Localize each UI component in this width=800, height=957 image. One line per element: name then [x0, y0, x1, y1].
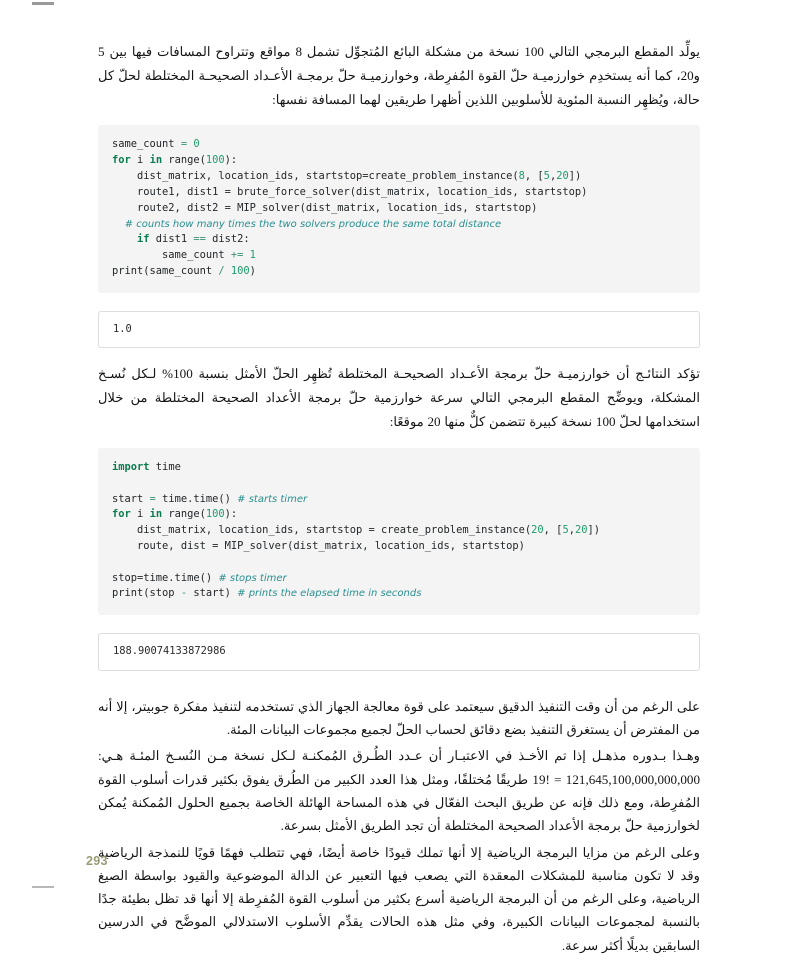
- code-line: [112, 555, 686, 571]
- code-token-plain: route2, dist2 = MIP_solver(dist_matrix, …: [112, 201, 538, 214]
- code-token-plain: , [: [543, 524, 563, 537]
- code-token-plain: ]): [568, 170, 582, 183]
- code-token-plain: time: [149, 460, 181, 473]
- code-token-plain: , [: [524, 170, 544, 183]
- code-token-plain: print(stop: [112, 587, 181, 600]
- code-token-num: 20: [531, 524, 544, 537]
- code-token-com: # prints the elapsed time in seconds: [237, 588, 422, 600]
- code-token-num: 100: [224, 264, 250, 277]
- code-line: [112, 476, 686, 492]
- code-line: for i in range(100):: [112, 153, 686, 169]
- page-number: 293: [86, 854, 108, 868]
- code-token-plain: range(: [162, 508, 206, 521]
- code-token-plain: ):: [224, 154, 238, 167]
- code-token-plain: ]): [587, 524, 600, 537]
- code-line: print(same_count / 100): [112, 264, 686, 280]
- code-line: for i in range(100):: [112, 507, 686, 523]
- code-token-kw: in: [149, 508, 163, 521]
- code-token-plain: stop=time.time(): [112, 571, 219, 584]
- code-token-num: 1: [243, 249, 256, 262]
- code-token-com: # starts timer: [237, 493, 308, 505]
- code-token-plain: print(same_count: [112, 264, 219, 277]
- code-line: route1, dist1 = brute_force_solver(dist_…: [112, 185, 686, 201]
- paragraph-middle: تؤكد النتائـج أن خوارزميـة حلّ برمجة الأ…: [98, 366, 700, 430]
- code-token-kw: if: [137, 233, 150, 246]
- code-token-plain: same_count: [112, 138, 181, 151]
- code-line: same_count += 1: [112, 248, 686, 264]
- code-token-plain: start): [187, 587, 238, 600]
- code-token-plain: start: [112, 492, 150, 505]
- code-token-com: # counts how many times the two solvers …: [112, 218, 502, 230]
- code-token-plain: dist1: [149, 233, 194, 246]
- bottom-registration-mark: [32, 886, 54, 888]
- paragraph-closing-3: وعلى الرغم من مزايا البرمجة الرياضية إلا…: [98, 844, 700, 953]
- code-line: print(stop - start) # prints the elapsed…: [112, 586, 686, 602]
- code-token-plain: i: [130, 154, 150, 167]
- code-token-plain: i: [130, 508, 150, 521]
- code-token-kw: import: [112, 460, 150, 473]
- code-token-plain: dist_matrix, location_ids, startstop = c…: [112, 524, 532, 537]
- code-token-plain: dist2:: [205, 233, 250, 246]
- code-line: # counts how many times the two solvers …: [112, 217, 686, 233]
- code-token-com: # stops timer: [218, 572, 287, 584]
- top-registration-mark: [32, 2, 54, 5]
- code-line: route2, dist2 = MIP_solver(dist_matrix, …: [112, 201, 686, 217]
- paragraph-intro: يولِّد المقطع البرمجي التالي 100 نسخة من…: [98, 44, 700, 107]
- code-line: if dist1 == dist2:: [112, 232, 686, 248]
- code-token-num: 0: [187, 138, 200, 151]
- code-token-kw: for: [112, 154, 131, 167]
- output-box-first: 1.0: [98, 310, 700, 349]
- paragraph-closing-1: على الرغم من أن وقت التنفيذ الدقيق سيعتم…: [98, 698, 700, 738]
- code-token-plain: same_count: [112, 249, 231, 262]
- output-box-second: 188.90074133872986: [98, 633, 700, 671]
- code-token-plain: route, dist = MIP_solver(dist_matrix, lo…: [112, 539, 525, 552]
- code-token-num: 20: [574, 524, 588, 537]
- page-content: يولِّد المقطع البرمجي التالي 100 نسخة من…: [98, 40, 701, 953]
- paragraph-closing-2: وهـذا بـدوره مذهـل إذا تم الأخـذ في الاع…: [98, 748, 701, 834]
- code-line: dist_matrix, location_ids, startstop=cre…: [112, 169, 686, 185]
- document-page: يولِّد المقطع البرمجي التالي 100 نسخة من…: [0, 0, 800, 953]
- code-block-same-count: same_count = 0 for i in range(100): dist_…: [98, 125, 700, 293]
- code-token-op: +=: [230, 249, 244, 262]
- code-token-kw: in: [149, 154, 163, 167]
- code-token-plain: ): [249, 264, 256, 277]
- code-line: stop=time.time() # stops timer: [112, 571, 686, 587]
- code-token-plain: dist_matrix, location_ids, startstop=cre…: [112, 170, 519, 183]
- code-token-plain: ):: [224, 508, 238, 521]
- code-token-op: ==: [193, 233, 206, 246]
- code-line: same_count = 0: [112, 137, 686, 153]
- code-block-timer: import time start = time.time() # starts…: [98, 447, 700, 616]
- code-line: start = time.time() # starts timer: [112, 492, 686, 508]
- code-line: route, dist = MIP_solver(dist_matrix, lo…: [112, 539, 686, 555]
- code-token-num: 100: [205, 508, 225, 521]
- code-line: import time: [112, 460, 686, 476]
- code-token-num: 100: [205, 154, 225, 167]
- code-token-plain: time.time(): [155, 492, 238, 505]
- code-line: dist_matrix, location_ids, startstop = c…: [112, 523, 686, 539]
- code-token-plain: range(: [162, 154, 206, 167]
- code-token-kw: for: [112, 508, 131, 521]
- code-token-plain: route1, dist1 = brute_force_solver(dist_…: [112, 185, 588, 198]
- code-token-num: 20: [556, 170, 569, 183]
